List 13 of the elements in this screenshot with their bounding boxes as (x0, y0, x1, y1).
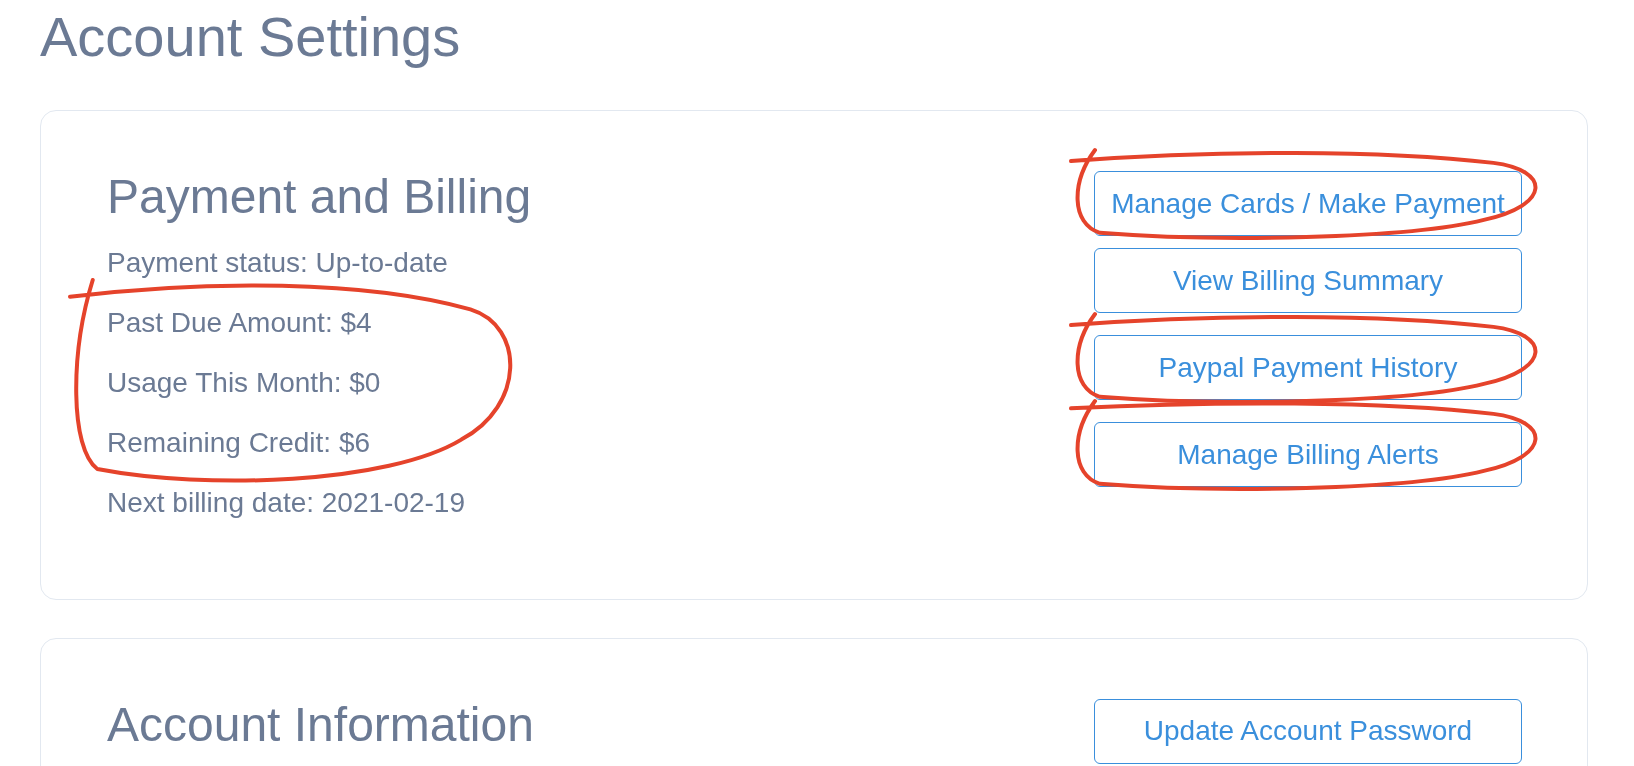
action-button[interactable]: Manage Cards / Make Payment (1094, 171, 1522, 237)
action-button[interactable]: View Billing Summary (1094, 248, 1522, 314)
info-text: Usage This Month: $0 (107, 366, 381, 400)
action-button[interactable]: Paypal Payment History (1094, 335, 1522, 401)
info-text: Past Due Amount: $4 (107, 306, 372, 340)
info-text: Payment status: Up-to-date (107, 246, 448, 280)
action-button[interactable]: Manage Billing Alerts (1094, 422, 1522, 488)
info-text: Remaining Credit: $6 (107, 426, 371, 460)
action-button[interactable]: Update Account Password (1094, 699, 1522, 764)
info-text: Next billing date: 2021-02-19 (107, 486, 465, 520)
section-title: Payment and Billing (107, 171, 532, 224)
page-title: Account Settings (40, 4, 461, 70)
section-title: Account Information (107, 699, 534, 752)
